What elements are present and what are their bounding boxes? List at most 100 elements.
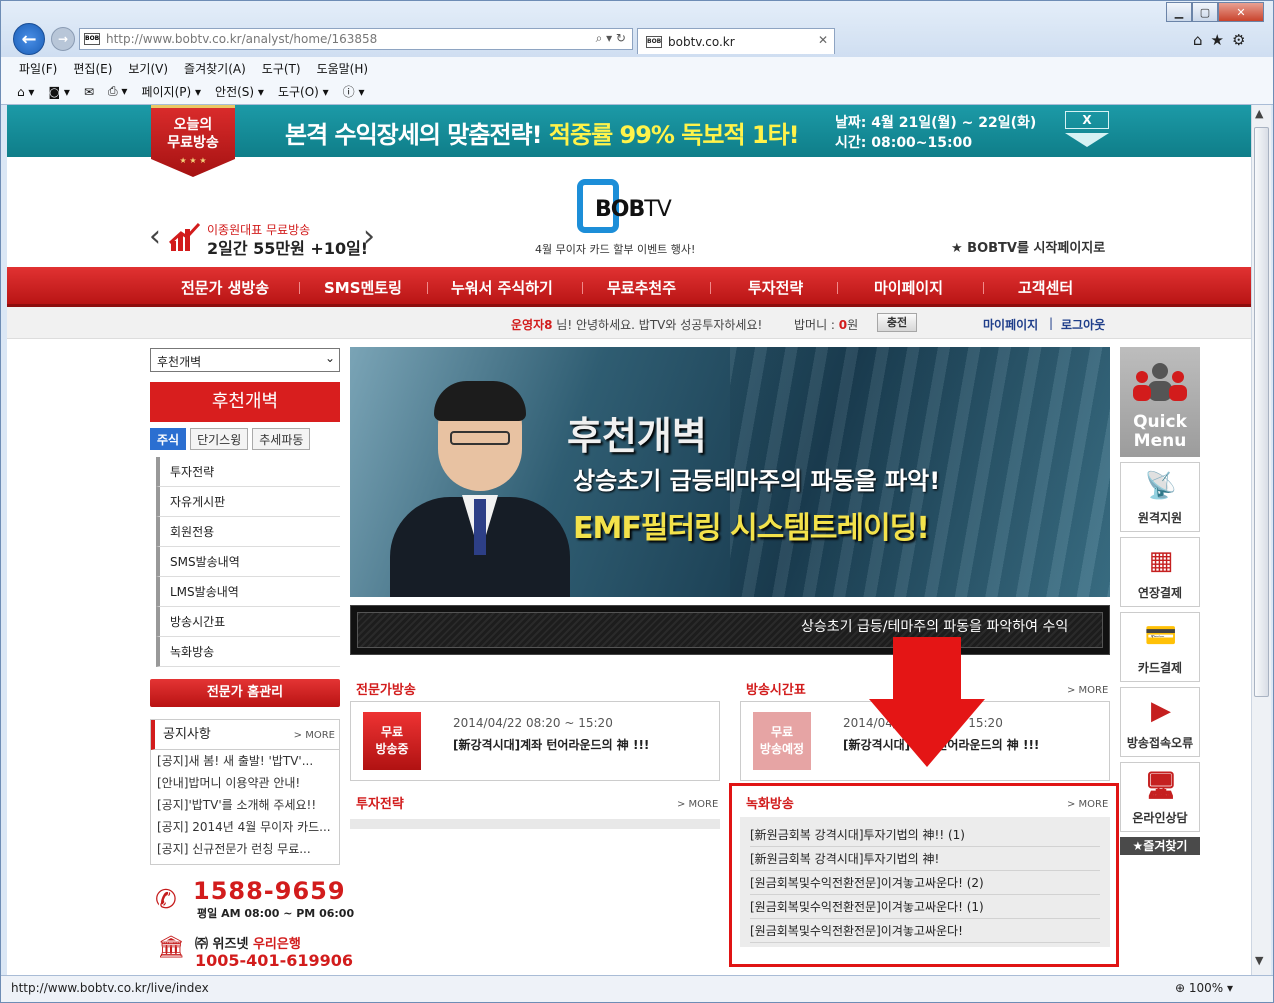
- set-start-page-link[interactable]: ★ BOBTV를 시작페이지로: [951, 237, 1105, 256]
- forward-button[interactable]: →: [51, 27, 75, 51]
- tab-short-swing[interactable]: 단기스윙: [190, 428, 249, 450]
- quick-broadcast-error[interactable]: ▶ 방송접속오류: [1120, 687, 1200, 757]
- banner-collapse-icon[interactable]: [1065, 133, 1109, 147]
- next-arrow-icon[interactable]: ›: [363, 219, 375, 254]
- sidebar-item-members[interactable]: 회원전용: [156, 517, 340, 547]
- analyst-photo: [390, 381, 570, 597]
- nav-live[interactable]: 전문가 생방송: [181, 277, 269, 298]
- nav-sms[interactable]: SMS멘토링: [324, 277, 402, 298]
- live-now-badge[interactable]: 무료 방송중: [363, 712, 421, 770]
- maximize-button[interactable]: ▢: [1192, 2, 1218, 22]
- expert-home-button[interactable]: 전문가 홈관리: [150, 679, 340, 707]
- browser-window: ← → BOB http://www.bobtv.co.kr/analyst/h…: [0, 0, 1274, 1003]
- tab-close-icon[interactable]: ✕: [818, 33, 828, 47]
- quick-remote-support[interactable]: 📡 원격지원: [1120, 462, 1200, 532]
- nav-lying-stocks[interactable]: 누워서 주식하기: [451, 277, 553, 298]
- menu-favorites[interactable]: 즐겨찾기(A): [184, 60, 246, 77]
- banner-close-button[interactable]: X: [1065, 111, 1109, 129]
- nav-free-picks[interactable]: 무료추천주: [607, 277, 676, 298]
- sidebar-item-schedule[interactable]: 방송시간표: [156, 607, 340, 637]
- free-broadcast-ribbon[interactable]: 오늘의 무료방송 ★ ★ ★: [151, 105, 235, 177]
- back-button[interactable]: ←: [13, 23, 45, 55]
- quick-menu: Quick Menu 📡 원격지원 ▦ 연장결제 💳 카드결제 ▶ 방송접속오류 🖥 온라인…: [1120, 347, 1200, 855]
- mypage-link[interactable]: 마이페이지: [983, 316, 1038, 333]
- quick-card-payment[interactable]: 💳 카드결제: [1120, 612, 1200, 682]
- menu-file[interactable]: 파일(F): [19, 60, 57, 77]
- menu-edit[interactable]: 편집(E): [73, 60, 112, 77]
- analyst-name-banner[interactable]: 후천개벽: [150, 382, 340, 422]
- analyst-select[interactable]: 후천개벽 ⌄: [150, 348, 340, 372]
- bank-account: 1005-401-619906: [195, 951, 354, 970]
- scroll-down-icon[interactable]: ▼: [1255, 954, 1263, 967]
- browser-tab[interactable]: BOB bobtv.co.kr ✕: [637, 28, 835, 54]
- menu-view[interactable]: 보기(V): [128, 60, 168, 77]
- home-favorites-settings-icons[interactable]: ⌂★⚙: [1193, 31, 1253, 49]
- quick-menu-header: Quick Menu: [1120, 347, 1200, 457]
- tab-trend-wave[interactable]: 추세파동: [252, 428, 311, 450]
- devices-icon: 🖥: [1144, 771, 1178, 801]
- nav-strategy[interactable]: 투자전략: [748, 277, 803, 298]
- sidebar-item-board[interactable]: 자유게시판: [156, 487, 340, 517]
- prev-arrow-icon[interactable]: ‹: [149, 219, 161, 254]
- rss-icon[interactable]: ◙ ▾: [48, 85, 69, 99]
- quick-extend-payment[interactable]: ▦ 연장결제: [1120, 537, 1200, 607]
- menu-tools[interactable]: 도구(T): [262, 60, 301, 77]
- list-item[interactable]: [공지]새 봄! 새 출발! '밥TV'...: [151, 750, 339, 772]
- charge-button[interactable]: 충전: [877, 313, 917, 332]
- live-section-title[interactable]: 전문가방송: [356, 679, 416, 698]
- calendar-icon: ▦: [1148, 546, 1174, 576]
- logout-link[interactable]: 로그아웃: [1061, 316, 1105, 333]
- live-program-title[interactable]: [新강격시대]계좌 턴어라운드의 神 !!!: [453, 736, 649, 753]
- strategy-list: [350, 819, 720, 829]
- stars-icon: ★ ★ ★: [179, 156, 207, 165]
- print-icon[interactable]: ⎙ ▾: [108, 84, 127, 99]
- rising-chart-icon: [169, 222, 201, 251]
- analyst-subtabs: 주식 단기스윙 추세파동: [150, 428, 311, 450]
- notice-more-link[interactable]: > MORE: [294, 730, 335, 741]
- help-icon[interactable]: ⓘ ▾: [343, 83, 365, 100]
- strategy-section-title[interactable]: 투자전략: [356, 793, 404, 812]
- page-viewport: 본격 수익장세의 맞춤전략! 적중률 99% 독보적 1타! 날짜: 4월 21…: [7, 105, 1251, 975]
- site-favicon-icon: BOB: [84, 33, 100, 45]
- promo-big-text: 2일간 55만원 +10일!: [207, 239, 369, 258]
- tab-stock[interactable]: 주식: [150, 428, 187, 450]
- sidebar-item-recorded[interactable]: 녹화방송: [156, 637, 340, 667]
- strategy-more-link[interactable]: > MORE: [677, 799, 718, 810]
- cmd-tools[interactable]: 도구(O) ▾: [278, 83, 329, 100]
- hero-subtitle: 상승초기 급등테마주의 파동을 파악!: [573, 467, 941, 495]
- minimize-button[interactable]: ▁: [1166, 2, 1192, 22]
- schedule-more-link[interactable]: > MORE: [1067, 685, 1108, 696]
- cmd-page[interactable]: 페이지(P) ▾: [141, 83, 201, 100]
- people-icon: [1133, 363, 1187, 401]
- site-logo[interactable]: BOBTV: [595, 197, 672, 222]
- schedule-section-title[interactable]: 방송시간표: [746, 679, 806, 698]
- nav-mypage[interactable]: 마이페이지: [874, 277, 943, 298]
- business-hours: 평일 AM 08:00 ~ PM 06:00: [197, 907, 355, 920]
- cmd-safety[interactable]: 안전(S) ▾: [215, 83, 264, 100]
- vertical-scrollbar[interactable]: ▲ ▼: [1251, 105, 1271, 975]
- quick-online-consult[interactable]: 🖥 온라인상담: [1120, 762, 1200, 832]
- live-broadcast-box[interactable]: 무료 방송중 2014/04/22 08:20 ~ 15:20 [新강격시대]계좌…: [350, 701, 720, 781]
- search-refresh-icon[interactable]: ⌕ ▾ ↻: [596, 31, 626, 46]
- nav-support[interactable]: 고객센터: [1018, 277, 1073, 298]
- add-favorites-button[interactable]: ★즐겨찾기: [1120, 837, 1200, 855]
- home-icon[interactable]: ⌂ ▾: [17, 85, 34, 99]
- sidebar-item-strategy[interactable]: 투자전략: [156, 457, 340, 487]
- list-item[interactable]: [공지] 2014년 4월 무이자 카드...: [151, 816, 339, 838]
- scheduled-badge[interactable]: 무료 방송예정: [753, 712, 811, 770]
- address-bar[interactable]: BOB http://www.bobtv.co.kr/analyst/home/…: [79, 28, 633, 50]
- list-item[interactable]: [공지]'밥TV'를 소개해 주세요!!: [151, 794, 339, 816]
- close-window-button[interactable]: ✕: [1218, 2, 1264, 22]
- hero-slogan: EMF필터링 시스템트레이딩!: [573, 511, 930, 546]
- promo-slider[interactable]: ‹ 이종원대표 무료방송 2일간 55만원 +10일! ›: [149, 215, 379, 258]
- sidebar-item-lms[interactable]: LMS발송내역: [156, 577, 340, 607]
- zoom-level[interactable]: ⊕ 100% ▾: [1175, 981, 1233, 995]
- sidebar-item-sms[interactable]: SMS발송내역: [156, 547, 340, 577]
- list-item[interactable]: [공지] 신규전문가 런칭 무료...: [151, 838, 339, 860]
- scroll-up-icon[interactable]: ▲: [1255, 107, 1263, 120]
- mail-icon[interactable]: ✉: [84, 85, 94, 99]
- list-item[interactable]: [안내]밥머니 이용약관 안내!: [151, 772, 339, 794]
- scroll-thumb[interactable]: [1254, 127, 1269, 697]
- logo-subtitle: 4월 무이자 카드 할부 이벤트 행사!: [535, 243, 696, 256]
- menu-help[interactable]: 도움말(H): [317, 60, 369, 77]
